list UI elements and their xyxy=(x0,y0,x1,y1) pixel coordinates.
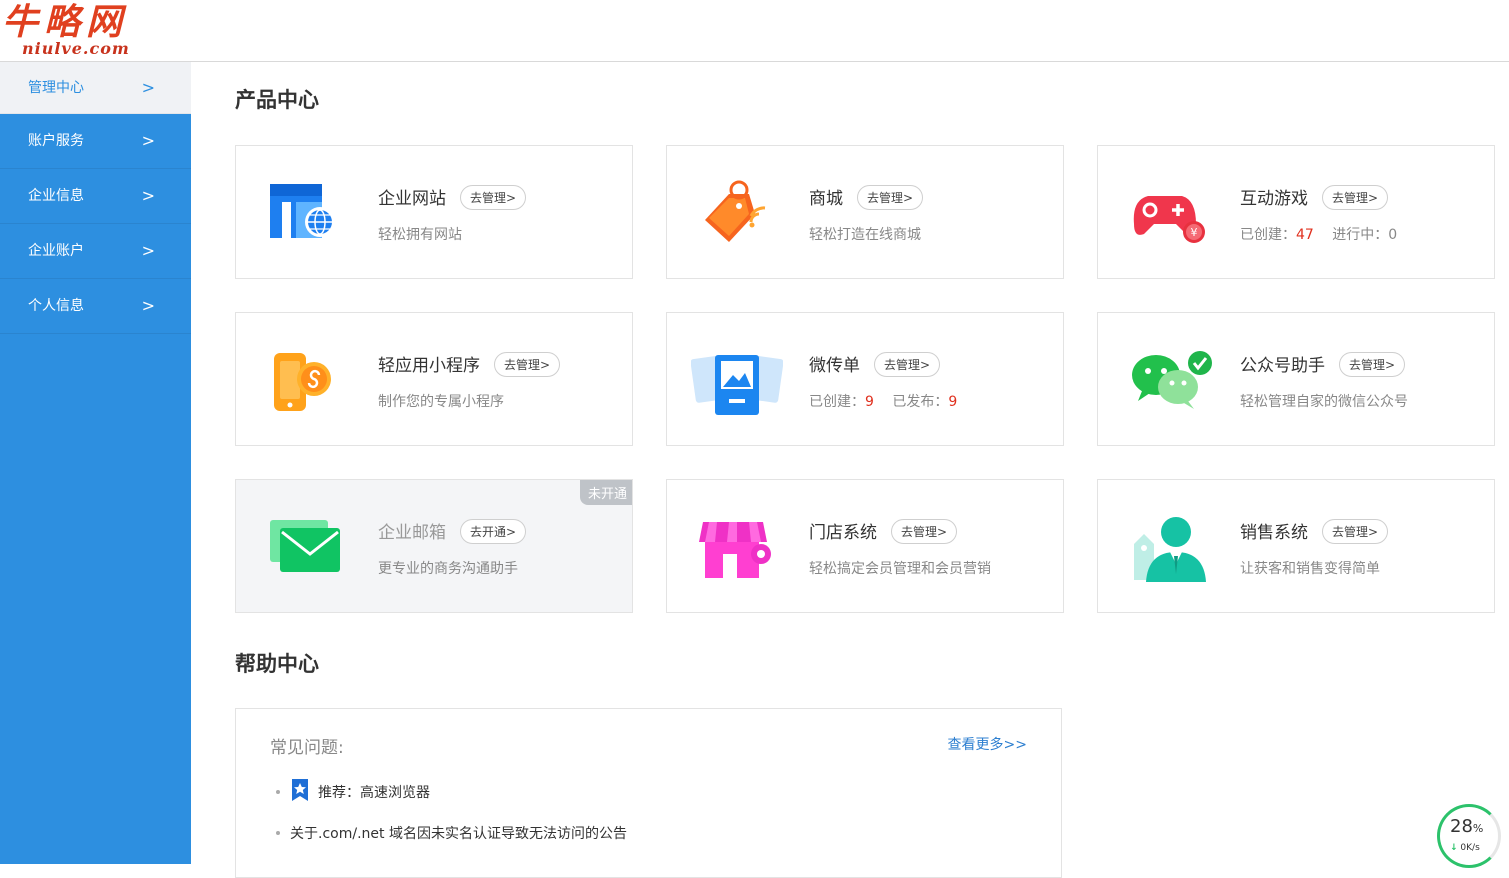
product-card-store-system[interactable]: 门店系统 去管理> 轻松搞定会员管理和会员营销 xyxy=(666,479,1064,613)
top-bar: 牛略网 niulve.com xyxy=(0,0,1509,62)
main-content: 产品中心 企业网站 去管理> 轻松拥有网站 商城 去管理> 轻松打造在线商城 ¥… xyxy=(191,62,1509,878)
product-card-mini-program[interactable]: 轻应用小程序 去管理> 制作您的专属小程序 xyxy=(235,312,633,446)
faq-item-text: 推荐：高速浏览器 xyxy=(318,785,430,801)
speed-rate: 0K/s xyxy=(1460,843,1480,853)
manage-button[interactable]: 去管理> xyxy=(1322,185,1389,210)
shopping-tag-icon xyxy=(699,180,771,246)
faq-item[interactable]: 推荐：高速浏览器 xyxy=(276,779,430,805)
store-icon xyxy=(699,514,771,580)
sidebar-item-label: 企业账户 xyxy=(28,243,84,259)
product-description: 轻松打造在线商城 xyxy=(809,227,921,243)
product-description: 轻松搞定会员管理和会员营销 xyxy=(809,561,991,577)
chevron-right-icon: > xyxy=(141,186,155,205)
created-count: 9 xyxy=(865,394,874,410)
manage-button[interactable]: 去管理> xyxy=(857,185,924,210)
chevron-right-icon: > xyxy=(141,241,155,260)
product-description: 让获客和销售变得简单 xyxy=(1240,561,1380,577)
chevron-right-icon: > xyxy=(141,78,155,97)
sidebar-item-label: 账户服务 xyxy=(28,133,84,149)
manage-button[interactable]: 去管理> xyxy=(1339,352,1406,377)
product-card-enterprise-mail[interactable]: 未开通 企业邮箱 去开通> 更专业的商务沟通助手 xyxy=(235,479,633,613)
salesperson-icon xyxy=(1130,514,1214,582)
created-count: 47 xyxy=(1296,227,1314,243)
manage-button[interactable]: 去管理> xyxy=(494,352,561,377)
product-description: 更专业的商务沟通助手 xyxy=(378,561,518,577)
product-name: 销售系统 xyxy=(1240,523,1308,543)
product-stats: 已创建：9 已发布：9 xyxy=(809,394,958,410)
product-name: 门店系统 xyxy=(809,523,877,543)
sidebar-item-management-center[interactable]: 管理中心 > xyxy=(0,62,191,114)
chevron-right-icon: > xyxy=(141,296,155,315)
sidebar-item-label: 企业信息 xyxy=(28,188,84,204)
manage-button[interactable]: 去管理> xyxy=(460,185,527,210)
product-card-flyer[interactable]: 微传单 去管理> 已创建：9 已发布：9 xyxy=(666,312,1064,446)
product-name: 企业邮箱 xyxy=(378,523,446,543)
mail-icon xyxy=(268,514,340,580)
faq-item-text: 关于.com/.net 域名因未实名认证导致无法访问的公告 xyxy=(290,826,627,842)
manage-button[interactable]: 去管理> xyxy=(874,352,941,377)
product-card-wechat-assistant[interactable]: 公众号助手 去管理> 轻松管理自家的微信公众号 xyxy=(1097,312,1495,446)
help-panel: 常见问题: 查看更多>> 推荐：高速浏览器 关于.com/.net 域名因未实名… xyxy=(235,708,1062,878)
sidebar-item-label: 个人信息 xyxy=(28,298,84,314)
product-name: 商城 xyxy=(809,189,843,209)
product-card-website[interactable]: 企业网站 去管理> 轻松拥有网站 xyxy=(235,145,633,279)
product-center-title: 产品中心 xyxy=(235,88,319,112)
view-more-link[interactable]: 查看更多>> xyxy=(948,734,1027,754)
sidebar-item-company-info[interactable]: 企业信息 > xyxy=(0,169,191,224)
help-center-title: 帮助中心 xyxy=(235,652,319,676)
product-description: 制作您的专属小程序 xyxy=(378,394,504,410)
product-name: 互动游戏 xyxy=(1240,189,1308,209)
product-description: 轻松拥有网站 xyxy=(378,227,462,243)
manage-button[interactable]: 去管理> xyxy=(1322,519,1389,544)
product-card-interactive-games[interactable]: ¥ 互动游戏 去管理> 已创建：47 进行中：0 xyxy=(1097,145,1495,279)
product-name: 微传单 xyxy=(809,356,860,376)
site-logo[interactable]: 牛略网 niulve.com xyxy=(0,0,150,60)
faq-item[interactable]: 关于.com/.net 域名因未实名认证导致无法访问的公告 xyxy=(276,823,627,843)
product-card-mall[interactable]: 商城 去管理> 轻松打造在线商城 xyxy=(666,145,1064,279)
product-card-sales-system[interactable]: 销售系统 去管理> 让获客和销售变得简单 xyxy=(1097,479,1495,613)
logo-english-text: niulve.com xyxy=(22,39,130,58)
product-description: 轻松管理自家的微信公众号 xyxy=(1240,394,1408,410)
sidebar-item-account-services[interactable]: 账户服务 > xyxy=(0,114,191,169)
download-arrow-icon: ↓ xyxy=(1450,843,1458,853)
speed-percent: 28 xyxy=(1450,816,1473,837)
faq-label: 常见问题: xyxy=(270,738,344,758)
bullet xyxy=(276,831,280,835)
chevron-right-icon: > xyxy=(141,131,155,150)
product-stats: 已创建：47 进行中：0 xyxy=(1240,227,1398,243)
flyer-icon xyxy=(690,347,784,415)
manage-button[interactable]: 去管理> xyxy=(891,519,958,544)
svg-text:¥: ¥ xyxy=(1191,226,1198,239)
bullet xyxy=(276,790,280,794)
network-speed-widget[interactable]: 28% ↓ 0K/s xyxy=(1437,804,1501,868)
product-name: 轻应用小程序 xyxy=(378,356,480,376)
website-icon xyxy=(268,180,340,246)
product-name: 企业网站 xyxy=(378,189,446,209)
sidebar-item-personal-info[interactable]: 个人信息 > xyxy=(0,279,191,334)
sidebar-item-label: 管理中心 xyxy=(28,80,84,96)
wechat-icon xyxy=(1130,347,1216,413)
not-activated-badge: 未开通 xyxy=(579,480,632,505)
product-name: 公众号助手 xyxy=(1240,356,1325,376)
activate-button[interactable]: 去开通> xyxy=(460,519,527,544)
sidebar-item-company-account[interactable]: 企业账户 > xyxy=(0,224,191,279)
running-count: 0 xyxy=(1388,227,1398,243)
recommend-badge-icon xyxy=(290,779,310,805)
published-count: 9 xyxy=(948,394,958,410)
mini-program-icon xyxy=(268,347,340,413)
gamepad-icon: ¥ xyxy=(1130,180,1205,246)
sidebar: 管理中心 > 账户服务 > 企业信息 > 企业账户 > 个人信息 > xyxy=(0,62,191,864)
logo-chinese-text: 牛略网 xyxy=(2,1,129,43)
